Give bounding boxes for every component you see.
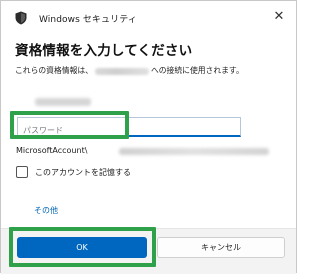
dialog-description: これらの資格情報は、 への接続に使用されます。 — [15, 65, 290, 76]
more-choices-link[interactable]: その他 — [34, 205, 58, 216]
ok-highlight-box — [9, 227, 156, 267]
cancel-button[interactable]: キャンセル — [157, 237, 285, 258]
account-label: MicrosoftAccount\ — [16, 146, 88, 155]
remember-account-label: このアカウントを記憶する — [35, 167, 131, 177]
credentials-dialog: Windows セキュリティ ✕ 資格情報を入力してください これらの資格情報は… — [0, 0, 297, 274]
password-highlight-box — [10, 111, 129, 139]
checkbox-box[interactable] — [16, 166, 28, 178]
dialog-heading: 資格情報を入力してください — [15, 43, 193, 59]
redacted-username — [35, 98, 91, 106]
title-bar: Windows セキュリティ ✕ — [1, 1, 296, 33]
close-icon: ✕ — [273, 8, 285, 24]
redacted-account-id — [119, 148, 269, 155]
windows-security-shield-icon — [15, 11, 27, 25]
window-title: Windows セキュリティ — [39, 15, 137, 25]
redacted-server-name — [94, 67, 149, 75]
description-suffix: への接続に使用されます。 — [150, 66, 244, 75]
close-button[interactable]: ✕ — [268, 5, 290, 27]
description-prefix: これらの資格情報は、 — [15, 66, 93, 75]
remember-account-checkbox[interactable]: このアカウントを記憶する — [16, 165, 131, 179]
